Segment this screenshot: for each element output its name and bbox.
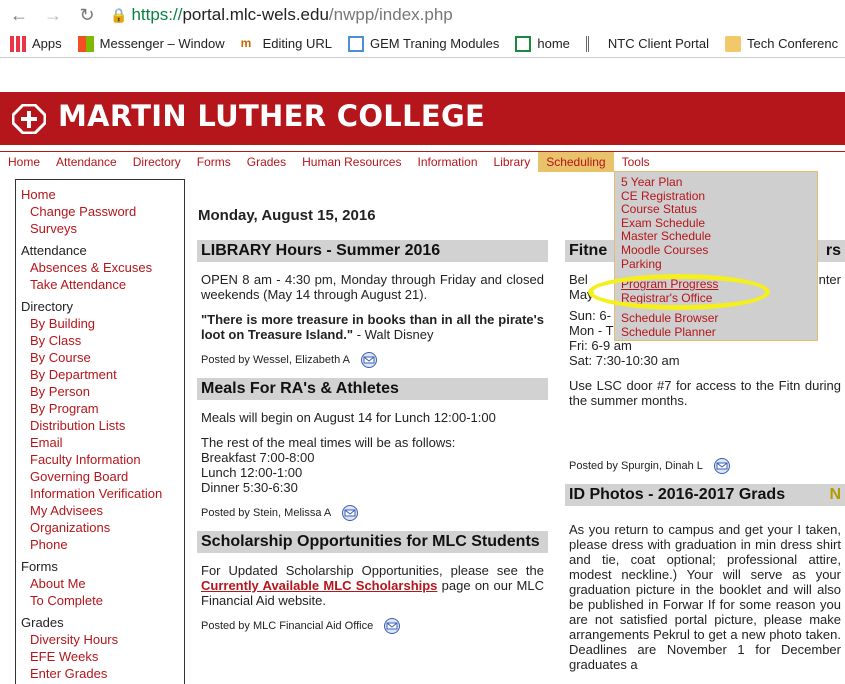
menu-by-course[interactable]: By Course [30,349,184,366]
reload-icon[interactable]: ↻ [76,4,98,26]
cross-logo-icon [12,104,46,134]
site-banner: MARTIN LUTHER COLLEGE [0,92,845,145]
post-author: Posted by Stein, Melissa A [201,505,544,521]
menu-email[interactable]: Email [30,434,184,451]
ntc-icon [585,35,602,52]
bookmark-ntc[interactable]: NTC Client Portal [585,35,709,52]
left-sidebar-menu: Home Change Password Surveys Attendance … [15,179,185,684]
post-text: As you return to campus and get your I t… [569,522,841,672]
menu-home[interactable]: Home [21,186,184,203]
nav-human-resources[interactable]: Human Resources [294,152,409,172]
post-text: OPEN 8 am - 4:30 pm, Monday through Frid… [201,272,544,302]
post-author: Posted by MLC Financial Aid Office [201,618,544,634]
m-icon: m [240,35,252,50]
scheduling-dropdown-menu: 5 Year Plan CE Registration Course Statu… [614,171,818,341]
site-title[interactable]: MARTIN LUTHER COLLEGE [58,99,485,133]
post-text: Meals will begin on August 14 for Lunch … [201,410,496,425]
mail-icon[interactable] [383,618,401,634]
menu-section-directory: Directory [21,299,74,314]
bookmark-tech-conference[interactable]: Tech Conferenc [725,35,838,52]
post-title-id-photos: ID Photos - 2016-2017 Grads N [565,484,845,506]
menu-course-status[interactable]: Course Status [621,203,811,217]
menu-efe-weeks[interactable]: EFE Weeks [30,648,184,665]
menu-governing-board[interactable]: Governing Board [30,468,184,485]
forward-icon[interactable]: → [42,4,64,26]
post-quote: "There is more treasure in books than in… [201,312,544,342]
top-navigation: Home Attendance Directory Forms Grades H… [0,151,845,172]
post-text: Use LSC door #7 for access to the Fitn d… [569,378,841,408]
nav-home[interactable]: Home [0,152,48,172]
menu-my-advisees[interactable]: My Advisees [30,502,184,519]
mail-icon[interactable] [360,352,378,368]
post-title-scholarship: Scholarship Opportunities for MLC Studen… [197,531,548,553]
menu-phone[interactable]: Phone [30,536,184,553]
menu-exam-schedule[interactable]: Exam Schedule [621,216,811,231]
menu-parking[interactable]: Parking [621,257,811,272]
nav-information[interactable]: Information [409,152,485,172]
nav-grades[interactable]: Grades [239,152,294,172]
windows-icon [77,35,94,52]
menu-section-attendance: Attendance [21,243,87,258]
bookmark-gem[interactable]: GEM Traning Modules [348,35,499,52]
back-icon[interactable]: ← [8,4,30,26]
menu-section-forms: Forms [21,559,58,574]
menu-schedule-planner[interactable]: Schedule Planner [621,325,811,340]
menu-information-verification[interactable]: Information Verification [30,485,184,502]
menu-distribution-lists[interactable]: Distribution Lists [30,417,184,434]
menu-by-department[interactable]: By Department [30,366,184,383]
menu-by-program[interactable]: By Program [30,400,184,417]
menu-section-grades: Grades [21,615,64,630]
menu-to-complete[interactable]: To Complete [30,592,184,609]
bookmarks-bar: Apps Messenger – Window m Editing URL GEM… [0,30,845,58]
highlight-annotation [588,274,770,310]
page-date: Monday, August 15, 2016 [198,207,376,224]
menu-diversity-hours[interactable]: Diversity Hours [30,631,184,648]
nav-forms[interactable]: Forms [189,152,239,172]
news-column-left: LIBRARY Hours - Summer 2016 OPEN 8 am - … [197,240,548,644]
scholarships-link[interactable]: Currently Available MLC Scholarships [201,578,437,593]
menu-by-person[interactable]: By Person [30,383,184,400]
menu-by-class[interactable]: By Class [30,332,184,349]
sheet-icon [515,35,532,52]
menu-moodle-courses[interactable]: Moodle Courses [621,243,811,258]
post-text: The rest of the meal times will be as fo… [201,435,456,495]
post-author: Posted by Wessel, Elizabeth A [201,352,544,368]
lock-icon: 🔒 [110,6,128,23]
post-author: Posted by Spurgin, Dinah L [569,458,841,474]
bookmark-home[interactable]: home [515,35,570,52]
post-text: For Updated Scholarship Opportunities, p… [201,563,544,608]
bookmark-editing-url[interactable]: m Editing URL [241,36,332,52]
menu-change-password[interactable]: Change Password [30,203,184,220]
menu-by-building[interactable]: By Building [30,315,184,332]
menu-enter-grades[interactable]: Enter Grades [30,665,184,682]
menu-schedule-browser[interactable]: Schedule Browser [621,312,811,326]
menu-surveys[interactable]: Surveys [30,220,184,237]
nav-scheduling[interactable]: Scheduling [538,151,614,172]
menu-ce-registration[interactable]: CE Registration [621,189,811,204]
menu-absences[interactable]: Absences & Excuses [30,259,184,276]
menu-faculty-information[interactable]: Faculty Information [30,451,184,468]
nav-library[interactable]: Library [486,152,539,172]
nav-directory[interactable]: Directory [125,152,189,172]
page-icon [348,35,365,52]
menu-organizations[interactable]: Organizations [30,519,184,536]
mail-icon[interactable] [713,458,731,474]
bookmark-apps[interactable]: Apps [10,35,62,52]
folder-icon [725,35,742,52]
mail-icon[interactable] [341,505,359,521]
nav-attendance[interactable]: Attendance [48,152,125,172]
browser-address-bar: ← → ↻ 🔒 https://portal.mlc-wels.edu/nwpp… [0,0,845,30]
menu-master-schedule[interactable]: Master Schedule [621,230,811,244]
apps-grid-icon [10,35,26,52]
nav-tools[interactable]: Tools [614,152,658,172]
menu-take-attendance[interactable]: Take Attendance [30,276,184,293]
post-title-meals: Meals For RA's & Athletes [197,378,548,400]
url-field[interactable]: https://portal.mlc-wels.edu/nwpp/index.p… [131,5,452,25]
menu-5-year-plan[interactable]: 5 Year Plan [621,175,811,190]
post-title-library: LIBRARY Hours - Summer 2016 [197,240,548,262]
menu-about-me[interactable]: About Me [30,575,184,592]
bookmark-messenger[interactable]: Messenger – Window [77,35,225,52]
